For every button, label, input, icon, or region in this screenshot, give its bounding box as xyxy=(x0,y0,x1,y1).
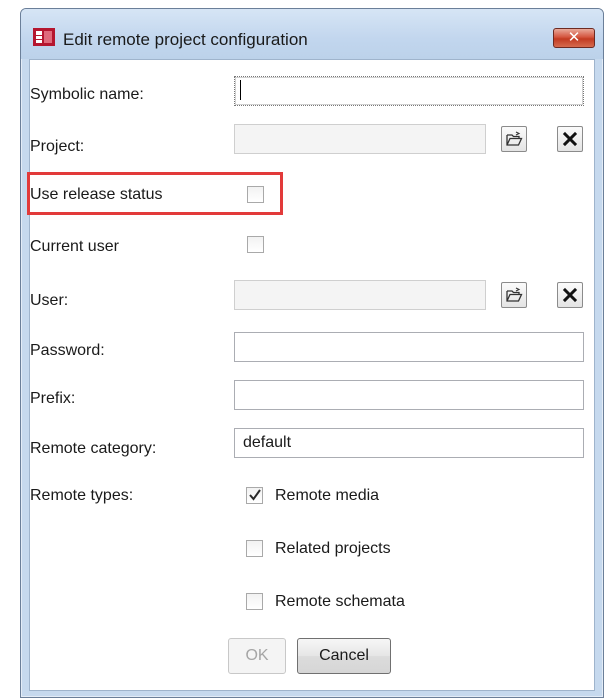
project-browse-button[interactable] xyxy=(501,126,527,152)
remote-media-label: Remote media xyxy=(275,487,380,504)
current-user-checkbox[interactable] xyxy=(247,236,264,253)
remote-types-label: Remote types: xyxy=(30,487,134,504)
cancel-button[interactable]: Cancel xyxy=(297,638,391,674)
password-label: Password: xyxy=(30,342,105,359)
project-input[interactable] xyxy=(234,124,486,154)
use-release-status-checkbox[interactable] xyxy=(247,186,264,203)
clear-x-icon xyxy=(562,287,578,303)
remote-category-label: Remote category: xyxy=(30,440,157,457)
password-input[interactable] xyxy=(234,332,584,362)
close-button[interactable]: ✕ xyxy=(553,28,595,48)
remote-schemata-checkbox[interactable] xyxy=(246,593,263,610)
related-projects-label: Related projects xyxy=(275,540,391,557)
symbolic-name-input[interactable] xyxy=(234,76,584,106)
app-logo-icon xyxy=(33,28,55,46)
project-clear-button[interactable] xyxy=(557,126,583,152)
use-release-status-label: Use release status xyxy=(30,186,163,203)
current-user-label: Current user xyxy=(30,238,119,255)
prefix-label: Prefix: xyxy=(30,390,76,407)
checkmark-icon xyxy=(249,489,261,501)
remote-schemata-label: Remote schemata xyxy=(275,593,405,610)
window-title: Edit remote project configuration xyxy=(63,30,308,49)
symbolic-name-label: Symbolic name: xyxy=(30,86,144,103)
text-caret xyxy=(240,80,241,100)
user-input[interactable] xyxy=(234,280,486,310)
folder-open-icon xyxy=(506,287,523,302)
prefix-input[interactable] xyxy=(234,380,584,410)
user-browse-button[interactable] xyxy=(501,282,527,308)
title-bar[interactable]: Edit remote project configuration ✕ xyxy=(21,9,603,59)
user-clear-button[interactable] xyxy=(557,282,583,308)
folder-open-icon xyxy=(506,131,523,146)
related-projects-checkbox[interactable] xyxy=(246,540,263,557)
ok-button[interactable]: OK xyxy=(228,638,286,674)
remote-category-input[interactable] xyxy=(234,428,584,458)
project-label: Project: xyxy=(30,138,85,155)
user-label: User: xyxy=(30,292,69,309)
remote-media-checkbox[interactable] xyxy=(246,487,263,504)
close-icon: ✕ xyxy=(567,29,581,46)
clear-x-icon xyxy=(562,131,578,147)
